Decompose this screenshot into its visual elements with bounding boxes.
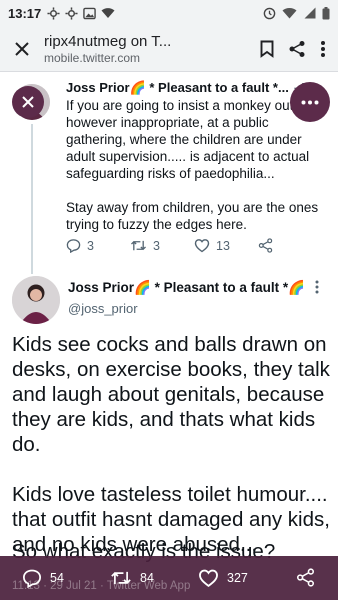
parent-tweet[interactable]: Joss Prior🌈 * Pleasant to a fault *... ·…: [0, 72, 338, 274]
close-icon: [15, 41, 29, 56]
more-horizontal-icon: [301, 100, 319, 104]
status-notification-icons: [47, 6, 115, 20]
reply-icon: [66, 239, 81, 253]
retweet-icon: [111, 571, 131, 585]
reply-button[interactable]: 54: [22, 568, 64, 588]
like-button[interactable]: 13: [194, 238, 258, 253]
retweet-icon: [131, 240, 146, 251]
close-media-button[interactable]: [12, 86, 44, 118]
settings-icon: [65, 6, 78, 20]
heart-icon: [194, 239, 210, 253]
author-name[interactable]: Joss Prior🌈 * Pleasant to a fault *🌈: [68, 280, 305, 296]
thread-line: [31, 124, 33, 274]
retweet-button[interactable]: 84: [110, 568, 154, 588]
tweet-action-bar: 11:13 · 29 Jul 21 · Twitter Web App 54 8…: [0, 556, 338, 600]
author-name[interactable]: Joss Prior🌈 * Pleasant to a fault *...: [66, 80, 289, 96]
status-bar: 13:17: [0, 0, 338, 26]
reply-icon: [22, 569, 42, 588]
avatar[interactable]: [12, 276, 60, 324]
close-icon: [22, 96, 34, 108]
status-time: 13:17: [8, 5, 42, 21]
share-icon[interactable]: [288, 40, 306, 58]
overflow-menu-icon[interactable]: [320, 40, 326, 58]
cell-signal-icon: [304, 7, 316, 19]
more-options-button[interactable]: [290, 82, 330, 122]
share-icon: [258, 238, 273, 253]
main-tweet: Joss Prior🌈 * Pleasant to a fault *🌈 @jo…: [0, 268, 338, 558]
tweet-paragraph: Kids see cocks and balls drawn on desks,…: [12, 333, 330, 456]
bookmark-icon[interactable]: [260, 40, 274, 58]
tweet-paragraph: If you are going to insist a monkey outf…: [66, 98, 310, 181]
like-count: 327: [227, 571, 248, 585]
share-tweet-button[interactable]: [296, 568, 315, 587]
page-title: ripx4nutmeg on T...: [44, 32, 172, 50]
tweet-body: Kids see cocks and balls drawn on desks,…: [12, 332, 330, 557]
share-tweet-button[interactable]: [258, 238, 322, 253]
share-icon: [297, 568, 314, 587]
reply-count: 54: [50, 571, 64, 585]
wifi-signal-icon: [282, 7, 297, 19]
tweet-paragraph: Stay away from children, you are the one…: [66, 200, 319, 232]
status-system-icons: [263, 6, 330, 20]
page-url: mobile.twitter.com: [44, 50, 141, 65]
like-button[interactable]: 327: [198, 568, 248, 588]
heart-icon: [199, 569, 218, 588]
wifi-icon: [101, 8, 115, 18]
settings-icon: [47, 6, 60, 20]
image-icon: [83, 7, 97, 19]
battery-icon: [322, 6, 330, 19]
reply-count: 3: [87, 238, 94, 253]
retweet-button[interactable]: 3: [130, 238, 194, 253]
address-area[interactable]: ripx4nutmeg on T... mobile.twitter.com: [44, 33, 260, 65]
tweet-actions: 3 3 13: [66, 238, 322, 253]
tweet-menu-icon[interactable]: [314, 280, 320, 294]
like-count: 13: [216, 238, 230, 253]
tweet-body: If you are going to insist a monkey outf…: [66, 97, 324, 233]
browser-toolbar: ripx4nutmeg on T... mobile.twitter.com: [0, 26, 338, 72]
reply-button[interactable]: 3: [66, 238, 130, 253]
author-handle[interactable]: @joss_prior: [68, 301, 138, 316]
sync-icon: [263, 7, 276, 19]
retweet-count: 3: [153, 238, 160, 253]
close-tab-button[interactable]: [0, 41, 44, 56]
retweet-count: 84: [140, 571, 154, 585]
tweet-header: Joss Prior🌈 * Pleasant to a fault *... ·…: [66, 80, 322, 96]
